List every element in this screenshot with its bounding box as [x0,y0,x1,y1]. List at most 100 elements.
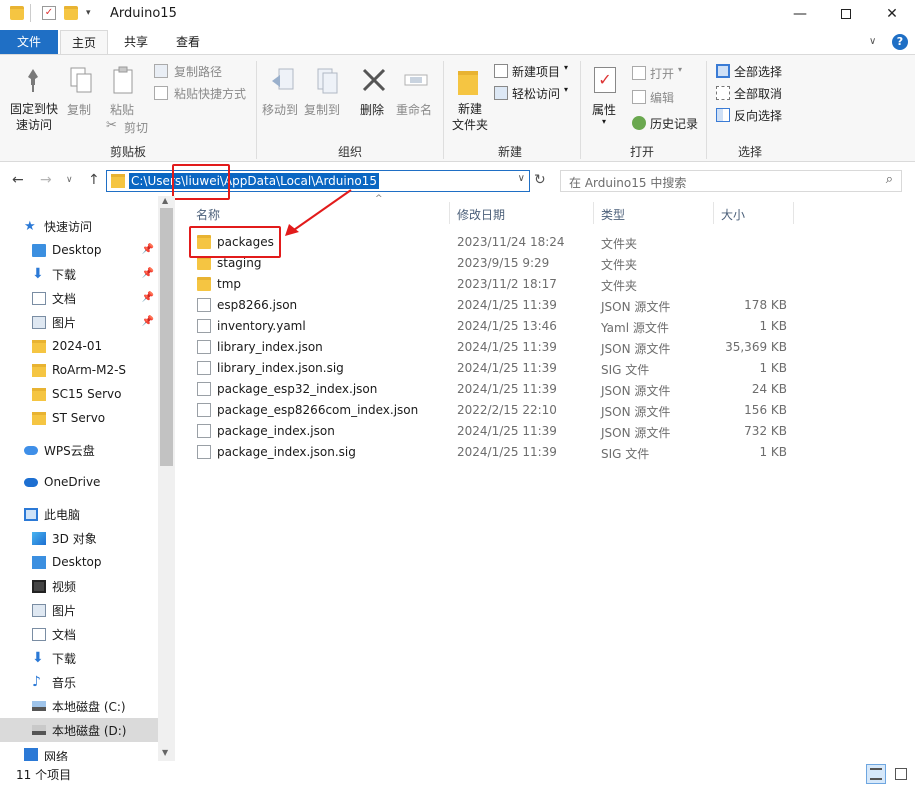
file-type: Yaml 源文件 [601,321,669,335]
table-row[interactable]: staging 2023/9/15 9:29 文件夹 [175,253,915,274]
properties-button[interactable]: ✓ 属性 ▾ [588,59,624,139]
tab-home[interactable]: 主页 [60,30,108,55]
maximize-icon [841,9,851,19]
drive-icon [32,725,46,735]
pin-to-quick-access-button[interactable]: 固定到快 速访问 [6,59,58,139]
nav-quick-pictures[interactable]: 图片 📌 [0,310,158,334]
column-header-type[interactable]: 类型 [601,206,625,223]
delete-icon [359,65,389,95]
easy-access-icon [494,86,508,100]
search-input[interactable]: 在 Arduino15 中搜索 ⌕ [560,170,902,192]
copy-to-label: 复制到 [304,103,341,117]
nav-label: SC15 Servo [52,387,122,401]
tab-view[interactable]: 查看 [164,30,212,54]
nav-network[interactable]: 网络 [0,748,158,761]
new-folder-icon[interactable] [64,6,78,20]
pin-icon[interactable]: 📌 [142,292,154,303]
help-icon[interactable]: ? [892,34,908,50]
table-row[interactable]: inventory.yaml 2024/1/25 13:46 Yaml 源文件 … [175,316,915,337]
nav-scrollbar-thumb[interactable] [160,208,173,466]
move-to-button[interactable]: 移动到 [260,59,304,139]
up-button[interactable]: ↑ [88,172,100,188]
folder-icon [32,363,46,377]
copy-path-label: 复制路径 [174,65,223,79]
forward-button[interactable]: → [40,172,52,188]
nav-quick-documents[interactable]: 文档 📌 [0,286,158,310]
divider [793,202,794,224]
nav-pc-drive-c[interactable]: 本地磁盘 (C:) [0,694,158,718]
organize-group-label: 组织 [337,145,362,159]
delete-button[interactable]: 删除 [356,59,392,139]
search-icon[interactable]: ⌕ [886,172,893,187]
refresh-button[interactable]: ↻ [534,172,546,188]
address-dropdown-icon[interactable]: ∨ [518,173,525,184]
quick-access-dropdown-icon[interactable]: ▾ [86,8,91,18]
table-row[interactable]: package_esp8266com_index.json 2022/2/15 … [175,400,915,421]
sig-file-icon [197,361,211,375]
recent-locations-dropdown[interactable]: ∨ [66,175,73,185]
file-type: 文件夹 [601,279,638,293]
large-icons-view-button[interactable] [891,764,911,784]
nav-folder-st-servo[interactable]: ST Servo [0,406,158,430]
scroll-up-icon[interactable]: ▲ [162,196,168,205]
copy-button[interactable]: 复制 [62,59,102,139]
nav-onedrive[interactable]: OneDrive [0,470,158,494]
nav-scrollbar[interactable]: ▲ ▼ [158,196,175,761]
nav-this-pc[interactable]: 此电脑 [0,502,158,526]
table-row[interactable]: library_index.json 2024/1/25 11:39 JSON … [175,337,915,358]
nav-wps-cloud[interactable]: WPS云盘 [0,438,158,462]
nav-folder-roarm[interactable]: RoArm-M2-S [0,358,158,382]
chevron-down-icon: ▾ [564,85,569,94]
maximize-button[interactable] [823,0,869,28]
nav-quick-desktop[interactable]: Desktop 📌 [0,238,158,262]
nav-pc-videos[interactable]: 视频 [0,574,158,598]
nav-pc-pictures[interactable]: 图片 [0,598,158,622]
properties-check-icon[interactable]: ✓ [42,6,56,20]
nav-pc-3d-objects[interactable]: 3D 对象 [0,526,158,550]
new-folder-button[interactable]: 新建 文件夹 [448,59,490,139]
file-size: 1 KB [759,361,787,375]
file-date: 2024/1/25 11:39 [457,298,557,312]
nav-quick-access[interactable]: ★ 快速访问 [0,214,158,238]
nav-pc-music[interactable]: ♪ 音乐 [0,670,158,694]
column-header-name[interactable]: 名称 [196,206,220,223]
nav-label: 此电脑 [44,507,81,522]
file-date: 2022/2/15 22:10 [457,403,557,417]
table-row[interactable]: package_esp32_index.json 2024/1/25 11:39… [175,379,915,400]
ribbon-collapse-icon[interactable]: ∨ [869,36,876,47]
nav-pc-drive-d[interactable]: 本地磁盘 (D:) [0,718,158,742]
table-row[interactable]: package_index.json.sig 2024/1/25 11:39 S… [175,442,915,463]
properties-icon: ✓ [594,67,616,93]
rename-button[interactable]: 重命名 [396,59,436,139]
table-row[interactable]: package_index.json 2024/1/25 11:39 JSON … [175,421,915,442]
pin-icon[interactable]: 📌 [142,244,154,255]
desktop-icon [32,243,46,257]
nav-pc-downloads[interactable]: ⬇ 下载 [0,646,158,670]
copy-icon [66,65,96,95]
scroll-down-icon[interactable]: ▼ [162,748,168,757]
nav-pc-desktop[interactable]: Desktop [0,550,158,574]
nav-label: OneDrive [44,475,101,489]
column-header-size[interactable]: 大小 [721,206,745,223]
tab-share[interactable]: 共享 [112,30,160,54]
close-button[interactable]: ✕ [869,0,915,28]
table-row[interactable]: esp8266.json 2024/1/25 11:39 JSON 源文件 17… [175,295,915,316]
chevron-down-icon: ▾ [678,65,683,74]
tab-file[interactable]: 文件 [0,30,58,54]
file-size: 732 KB [744,424,787,438]
nav-quick-downloads[interactable]: ⬇ 下载 📌 [0,262,158,286]
table-row[interactable]: tmp 2023/11/2 18:17 文件夹 [175,274,915,295]
nav-folder-2024-01[interactable]: 2024-01 [0,334,158,358]
pin-icon[interactable]: 📌 [142,316,154,327]
table-row[interactable]: library_index.json.sig 2024/1/25 11:39 S… [175,358,915,379]
minimize-button[interactable]: — [777,0,823,28]
large-icons-view-icon [895,768,907,780]
chevron-down-icon: ▾ [564,63,569,72]
column-header-date[interactable]: 修改日期 [457,206,505,223]
back-button[interactable]: ← [12,172,24,188]
nav-folder-sc15[interactable]: SC15 Servo [0,382,158,406]
copy-to-button[interactable]: 复制到 [304,59,348,139]
details-view-button[interactable] [866,764,886,784]
nav-pc-documents[interactable]: 文档 [0,622,158,646]
pin-icon[interactable]: 📌 [142,268,154,279]
